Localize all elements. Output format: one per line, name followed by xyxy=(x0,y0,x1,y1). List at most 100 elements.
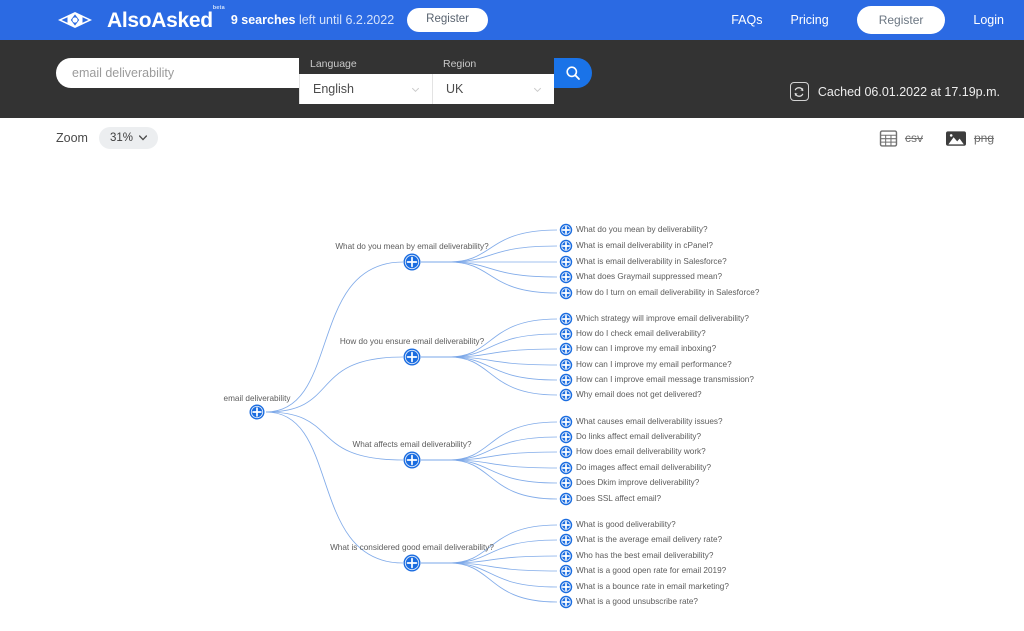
expand-node-button[interactable] xyxy=(403,348,421,366)
canvas-toolbar: Zoom 31% csv png xyxy=(0,118,1024,158)
language-value: English xyxy=(313,82,354,96)
search-input[interactable] xyxy=(56,58,299,88)
region-value: UK xyxy=(446,82,464,96)
searches-reset-date: left until 6.2.2022 xyxy=(295,13,395,27)
leaf-node-label: Does Dkim improve deliverability? xyxy=(576,478,700,487)
expand-node-button[interactable] xyxy=(559,430,573,444)
language-label: Language xyxy=(310,58,357,70)
leaf-node-label: What is a bounce rate in email marketing… xyxy=(576,582,729,591)
question-tree-canvas[interactable]: email deliverability What do you mean by … xyxy=(0,158,1024,631)
cached-text: Cached 06.01.2022 at 17.19p.m. xyxy=(817,84,1000,99)
expand-node-button[interactable] xyxy=(559,549,573,563)
export-actions: csv png xyxy=(879,129,994,148)
leaf-node-label: Do images affect email deliverability? xyxy=(576,463,712,472)
leaf-node-label: How do I check email deliverability? xyxy=(576,329,706,338)
search-icon xyxy=(566,66,580,80)
leaf-node-label: What is good deliverability? xyxy=(576,520,676,529)
leaf-node-label: How can I improve email message transmis… xyxy=(576,375,754,384)
expand-node-button[interactable] xyxy=(403,253,421,271)
expand-node-button[interactable] xyxy=(559,255,573,269)
image-icon xyxy=(945,130,966,146)
top-navigation-bar: AlsoAsked beta 9 searches left until 6.2… xyxy=(0,0,1024,40)
table-icon xyxy=(879,129,898,147)
expand-node-button[interactable] xyxy=(559,445,573,459)
eye-logo-icon xyxy=(58,12,92,28)
brand-logo[interactable]: AlsoAsked beta xyxy=(52,5,225,32)
expand-node-button[interactable] xyxy=(559,358,573,372)
expand-node-button[interactable] xyxy=(559,388,573,402)
export-csv-button[interactable]: csv xyxy=(879,129,923,148)
expand-node-button[interactable] xyxy=(559,286,573,300)
expand-node-button[interactable] xyxy=(559,342,573,356)
expand-node-button[interactable] xyxy=(559,223,573,237)
export-csv-label: csv xyxy=(904,131,923,145)
chevron-down-icon xyxy=(412,87,419,92)
search-controls: Language English Region UK xyxy=(56,58,592,104)
chevron-down-icon xyxy=(138,135,147,141)
branch-node-label: What is considered good email deliverabi… xyxy=(330,543,494,552)
zoom-label: Zoom xyxy=(56,131,88,145)
leaf-node-label: Which strategy will improve email delive… xyxy=(576,314,749,323)
main-nav: FAQs Pricing Register Login xyxy=(731,6,1004,34)
nav-item-pricing[interactable]: Pricing xyxy=(791,13,829,27)
expand-node-button[interactable] xyxy=(559,492,573,506)
region-select[interactable]: UK xyxy=(432,74,554,104)
brand-name: AlsoAsked beta xyxy=(107,5,225,32)
branch-node-label: What affects email deliverability? xyxy=(352,440,472,449)
leaf-node-label: What is the average email delivery rate? xyxy=(576,535,723,544)
expand-node-button[interactable] xyxy=(249,404,265,420)
export-png-label: png xyxy=(973,131,994,145)
expand-node-button[interactable] xyxy=(559,476,573,490)
leaf-node-label: How do I turn on email deliverability in… xyxy=(576,288,760,297)
expand-node-button[interactable] xyxy=(559,533,573,547)
register-inline-button[interactable]: Register xyxy=(407,8,488,32)
leaf-node-label: What is email deliverability in cPanel? xyxy=(576,241,713,250)
export-png-button[interactable]: png xyxy=(945,129,994,148)
leaf-node-label: How does email deliverability work? xyxy=(576,447,706,456)
region-field: Region UK xyxy=(432,58,554,104)
brand-name-text: AlsoAsked xyxy=(107,8,213,32)
region-label: Region xyxy=(443,58,477,70)
leaf-node-label: What is email deliverability in Salesfor… xyxy=(576,257,727,266)
beta-badge: beta xyxy=(212,4,225,11)
zoom-level-value: 31% xyxy=(109,132,133,144)
searches-count: 9 searches xyxy=(230,13,296,27)
language-select[interactable]: English xyxy=(299,74,432,104)
searches-left-notice: 9 searches left until 6.2.2022 xyxy=(231,13,394,27)
leaf-node-label: What does Graymail suppressed mean? xyxy=(576,272,723,281)
leaf-node-label: What causes email deliverability issues? xyxy=(576,417,723,426)
expand-node-button[interactable] xyxy=(559,239,573,253)
leaf-node-label: How can I improve my email inboxing? xyxy=(576,344,717,353)
expand-node-button[interactable] xyxy=(403,451,421,469)
leaf-node-label: How can I improve my email performance? xyxy=(576,360,732,369)
nav-item-faqs[interactable]: FAQs xyxy=(731,13,762,27)
expand-node-button[interactable] xyxy=(403,554,421,572)
nav-item-register[interactable]: Register xyxy=(856,6,946,34)
language-field: Language English xyxy=(299,58,432,104)
expand-node-button[interactable] xyxy=(559,312,573,326)
expand-node-button[interactable] xyxy=(559,270,573,284)
root-node-label: email deliverability xyxy=(223,394,291,403)
leaf-node-label: What do you mean by deliverability? xyxy=(576,225,708,234)
expand-node-button[interactable] xyxy=(559,327,573,341)
search-submit-button[interactable] xyxy=(554,58,592,88)
expand-node-button[interactable] xyxy=(559,595,573,609)
expand-node-button[interactable] xyxy=(559,415,573,429)
expand-node-button[interactable] xyxy=(559,564,573,578)
cached-status: Cached 06.01.2022 at 17.19p.m. xyxy=(789,82,1000,104)
nav-item-login[interactable]: Login xyxy=(973,13,1004,27)
leaf-node-label: Who has the best email deliverability? xyxy=(576,551,714,560)
branch-node-label: What do you mean by email deliverability… xyxy=(335,242,489,251)
expand-node-button[interactable] xyxy=(559,518,573,532)
refresh-icon xyxy=(789,82,809,101)
branch-node-label: How do you ensure email deliverability? xyxy=(339,337,485,346)
leaf-node-label: What is a good open rate for email 2019? xyxy=(576,566,727,575)
expand-node-button[interactable] xyxy=(559,373,573,387)
tree-graph xyxy=(249,223,573,609)
expand-node-button[interactable] xyxy=(559,580,573,594)
expand-node-button[interactable] xyxy=(559,461,573,475)
zoom-level-dropdown[interactable]: 31% xyxy=(98,127,158,149)
chevron-down-icon xyxy=(534,87,541,92)
leaf-node-label: Does SSL affect email? xyxy=(576,494,662,503)
leaf-node-label: What is a good unsubscribe rate? xyxy=(576,597,698,606)
